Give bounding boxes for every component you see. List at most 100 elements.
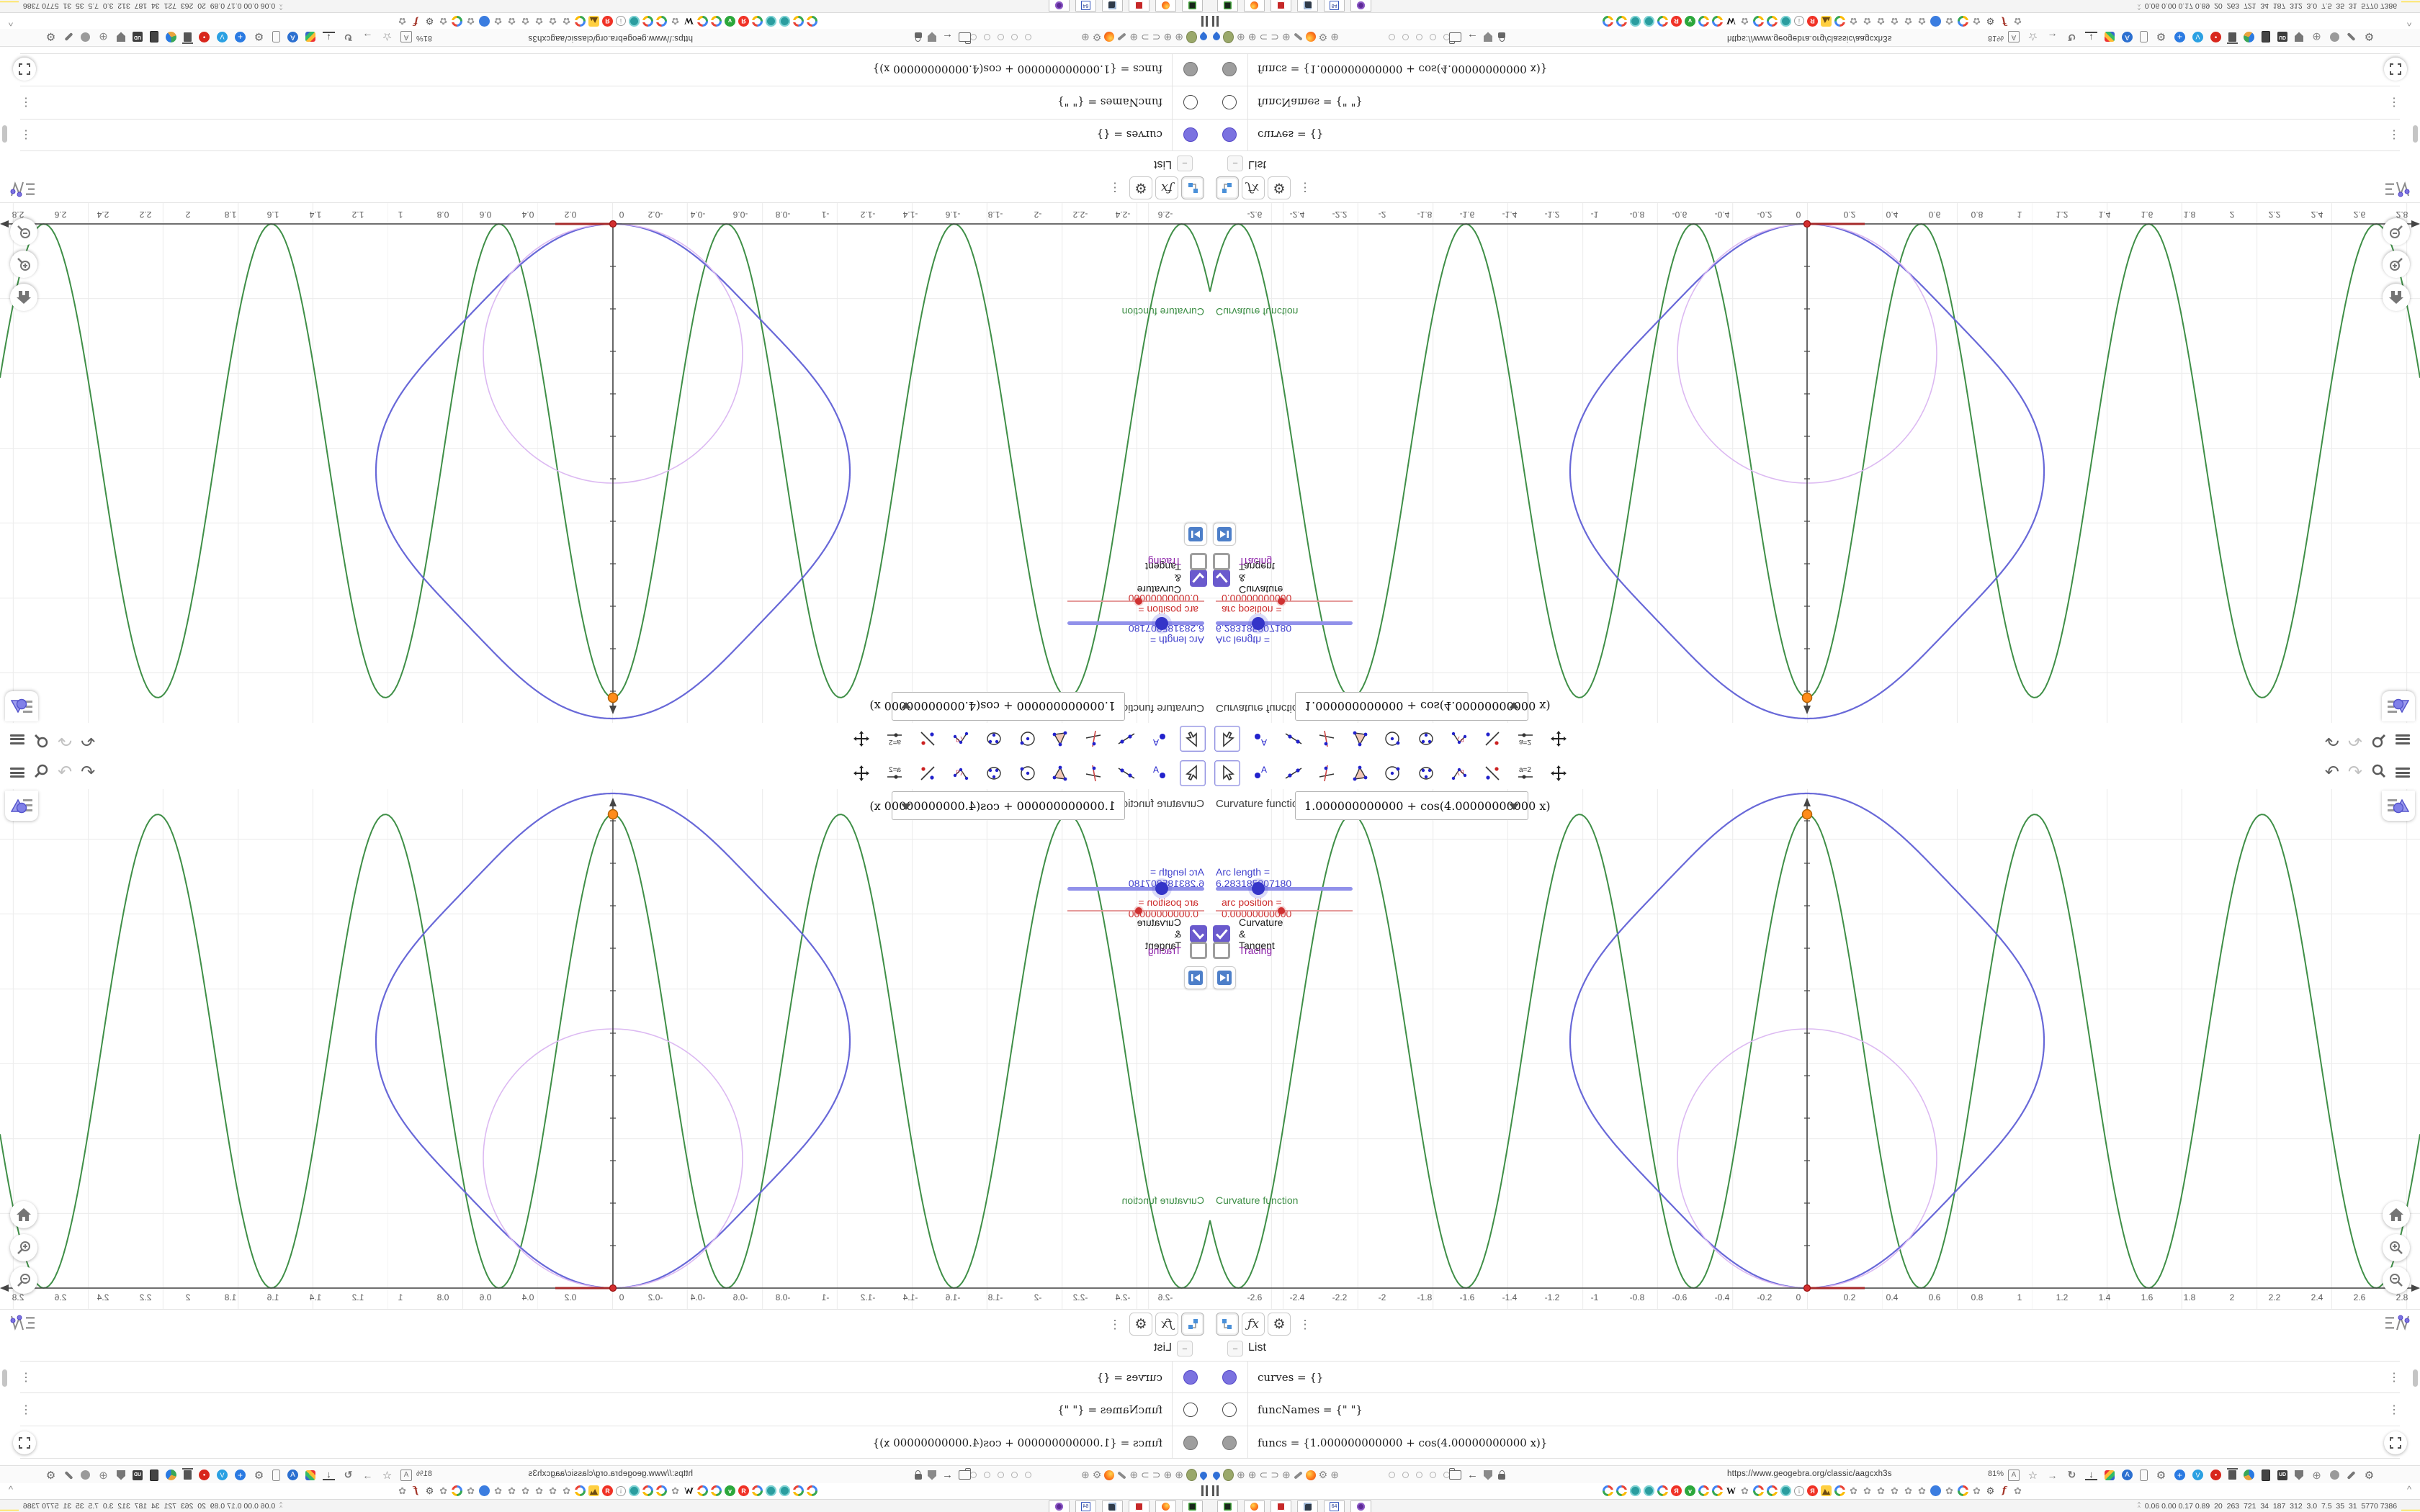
redB-extension-icon[interactable]: ● xyxy=(2210,1470,2221,1480)
arc-length-slider[interactable] xyxy=(1067,882,1204,895)
shield-icon[interactable] xyxy=(1484,1470,1492,1480)
globe-icon[interactable]: ⊕ xyxy=(1164,1469,1173,1480)
phone-extension-icon[interactable] xyxy=(272,1469,280,1481)
zoom-out-button[interactable] xyxy=(10,1266,37,1294)
menu-icon[interactable] xyxy=(2396,734,2410,744)
algebra-view-button[interactable] xyxy=(1181,176,1204,199)
algebra-row-funcNames[interactable]: funcNames = {" "} ⋮ xyxy=(20,86,1210,120)
favicon-flower[interactable]: ✿ xyxy=(1862,16,1873,27)
taskbar-app-terminal[interactable] xyxy=(1182,0,1203,12)
tool-conic[interactable] xyxy=(1413,760,1439,786)
taskbar-app-settings[interactable] xyxy=(1270,1500,1291,1512)
hookR-icon[interactable]: ⊃ xyxy=(1270,1470,1279,1480)
redB-extension-icon[interactable]: ● xyxy=(199,1470,210,1480)
favicon-img[interactable] xyxy=(588,16,599,27)
redB-extension-icon[interactable]: ● xyxy=(2210,32,2221,42)
tool-line-red-point[interactable] xyxy=(1479,760,1505,786)
tool-circle-center-point[interactable] xyxy=(1380,760,1406,786)
taskbar-app-terminal[interactable] xyxy=(1217,1500,1238,1512)
extension-dot-icon[interactable] xyxy=(1416,34,1422,40)
avatar-icon[interactable] xyxy=(1223,31,1234,43)
favicon-g[interactable] xyxy=(1753,1485,1764,1496)
tool-move-select[interactable] xyxy=(1214,726,1240,752)
favicon-flower[interactable]: ✿ xyxy=(1889,16,1900,27)
favicon-wiki[interactable]: W xyxy=(684,1485,694,1496)
tool-move-graphics-view[interactable] xyxy=(1546,726,1572,752)
favicon-knot[interactable] xyxy=(1780,1485,1791,1496)
lock-icon[interactable] xyxy=(1498,1470,1505,1480)
arrowR-extension-icon[interactable]: → xyxy=(2046,31,2058,43)
favicon-g[interactable] xyxy=(1616,16,1627,27)
star-extension-icon[interactable]: ☆ xyxy=(381,1469,393,1482)
settings-button[interactable]: ⚙ xyxy=(1268,1313,1291,1336)
favicon-g[interactable] xyxy=(807,16,817,27)
favicon-g[interactable] xyxy=(1616,1485,1627,1496)
device-extension-icon[interactable] xyxy=(2262,31,2270,43)
gear-icon[interactable]: ⚙ xyxy=(1093,1469,1102,1480)
favicon-info[interactable]: i xyxy=(616,1485,626,1496)
tool-slider[interactable]: a=2 xyxy=(1512,726,1538,752)
favicon-g[interactable] xyxy=(1603,1485,1613,1496)
pin-icon[interactable] xyxy=(1198,1470,1209,1480)
zoom-in-button[interactable] xyxy=(2383,1234,2410,1261)
download-extension-icon[interactable]: ↓ xyxy=(2085,1469,2097,1480)
taskbar-app-settings[interactable] xyxy=(1270,0,1291,12)
gearG-extension-icon[interactable]: ⚙ xyxy=(45,1469,57,1482)
favicon-fita[interactable]: f xyxy=(1999,16,2009,27)
tool-move-select[interactable] xyxy=(1180,726,1206,752)
visibility-swatch[interactable] xyxy=(1222,1435,1237,1450)
favicon-flower[interactable]: ✿ xyxy=(561,16,572,27)
trash-extension-icon[interactable] xyxy=(2227,1468,2238,1480)
thumb-extension-icon[interactable] xyxy=(81,32,90,42)
tool-point[interactable]: A xyxy=(1247,760,1273,786)
zoom-out-button[interactable] xyxy=(10,218,37,246)
favicon-flower[interactable]: ✿ xyxy=(1876,16,1886,27)
favicon-flower[interactable]: ✿ xyxy=(1876,1485,1886,1496)
folder-icon[interactable] xyxy=(959,1470,971,1480)
favicon-g[interactable] xyxy=(752,1485,763,1496)
favicon-flower[interactable]: ✿ xyxy=(534,16,544,27)
taskbar-app-firefox[interactable] xyxy=(1155,0,1176,12)
undo-icon[interactable]: ↶ xyxy=(2325,730,2339,750)
extension-dot-icon[interactable] xyxy=(1430,1472,1436,1478)
favicon-flower[interactable]: ✿ xyxy=(438,1485,449,1496)
tracing-checkbox[interactable] xyxy=(1190,553,1207,570)
redo-icon[interactable]: ↷ xyxy=(2348,763,2362,782)
hookL-icon[interactable]: ⊂ xyxy=(1152,1469,1161,1480)
favicon-flower[interactable]: ✿ xyxy=(1848,1485,1859,1496)
visibility-swatch[interactable] xyxy=(1183,1370,1198,1385)
tracing-checkbox[interactable] xyxy=(1190,942,1207,959)
favicon-g[interactable] xyxy=(793,1485,804,1496)
favicon-g[interactable] xyxy=(1958,16,1968,27)
algebra-row-funcNames[interactable]: funcNames = {" "} ⋮ xyxy=(20,1392,1210,1426)
taskbar-app-monitor[interactable] xyxy=(1297,0,1318,12)
star-extension-icon[interactable]: ☆ xyxy=(2027,31,2039,43)
wrench-icon[interactable] xyxy=(1293,32,1303,42)
tool-polygon[interactable] xyxy=(1347,726,1373,752)
favicon-gearDark[interactable]: ⚙ xyxy=(1985,1485,1996,1496)
reload-extension-icon[interactable]: ↻ xyxy=(342,1469,354,1481)
collapse-button[interactable]: − xyxy=(1177,156,1193,171)
brush-extension-icon[interactable] xyxy=(2105,32,2115,42)
globeG-extension-icon[interactable]: ⊕ xyxy=(97,1469,109,1482)
taskbar-app-settings[interactable] xyxy=(1129,0,1150,12)
phone-extension-icon[interactable] xyxy=(2140,31,2148,43)
globe-icon[interactable]: ⊕ xyxy=(1129,32,1138,43)
algebra-view-button[interactable] xyxy=(1181,1313,1204,1336)
wrench-extension-icon[interactable] xyxy=(64,32,73,42)
favicon-flower[interactable]: ✿ xyxy=(438,16,449,27)
favicon-g[interactable] xyxy=(575,16,586,27)
extension-dot-icon[interactable] xyxy=(1389,1472,1395,1478)
trash-extension-icon[interactable] xyxy=(184,32,192,42)
favicon-vgreen[interactable]: v xyxy=(725,1485,735,1496)
download-extension-icon[interactable]: ↓ xyxy=(323,1469,335,1480)
plusB-extension-icon[interactable]: + xyxy=(235,32,246,42)
globeC-extension-icon[interactable] xyxy=(166,1470,176,1480)
tool-angle[interactable]: α xyxy=(1446,726,1472,752)
favicon-flower[interactable]: ✿ xyxy=(465,16,476,27)
abox-extension-icon[interactable]: A xyxy=(400,1469,412,1481)
tool-perpendicular-line[interactable] xyxy=(1314,760,1340,786)
favicon-flower[interactable]: ✿ xyxy=(1971,1485,1982,1496)
chevron-down-icon[interactable] xyxy=(1509,702,1519,708)
globe-icon[interactable]: ⊕ xyxy=(1129,1469,1138,1480)
